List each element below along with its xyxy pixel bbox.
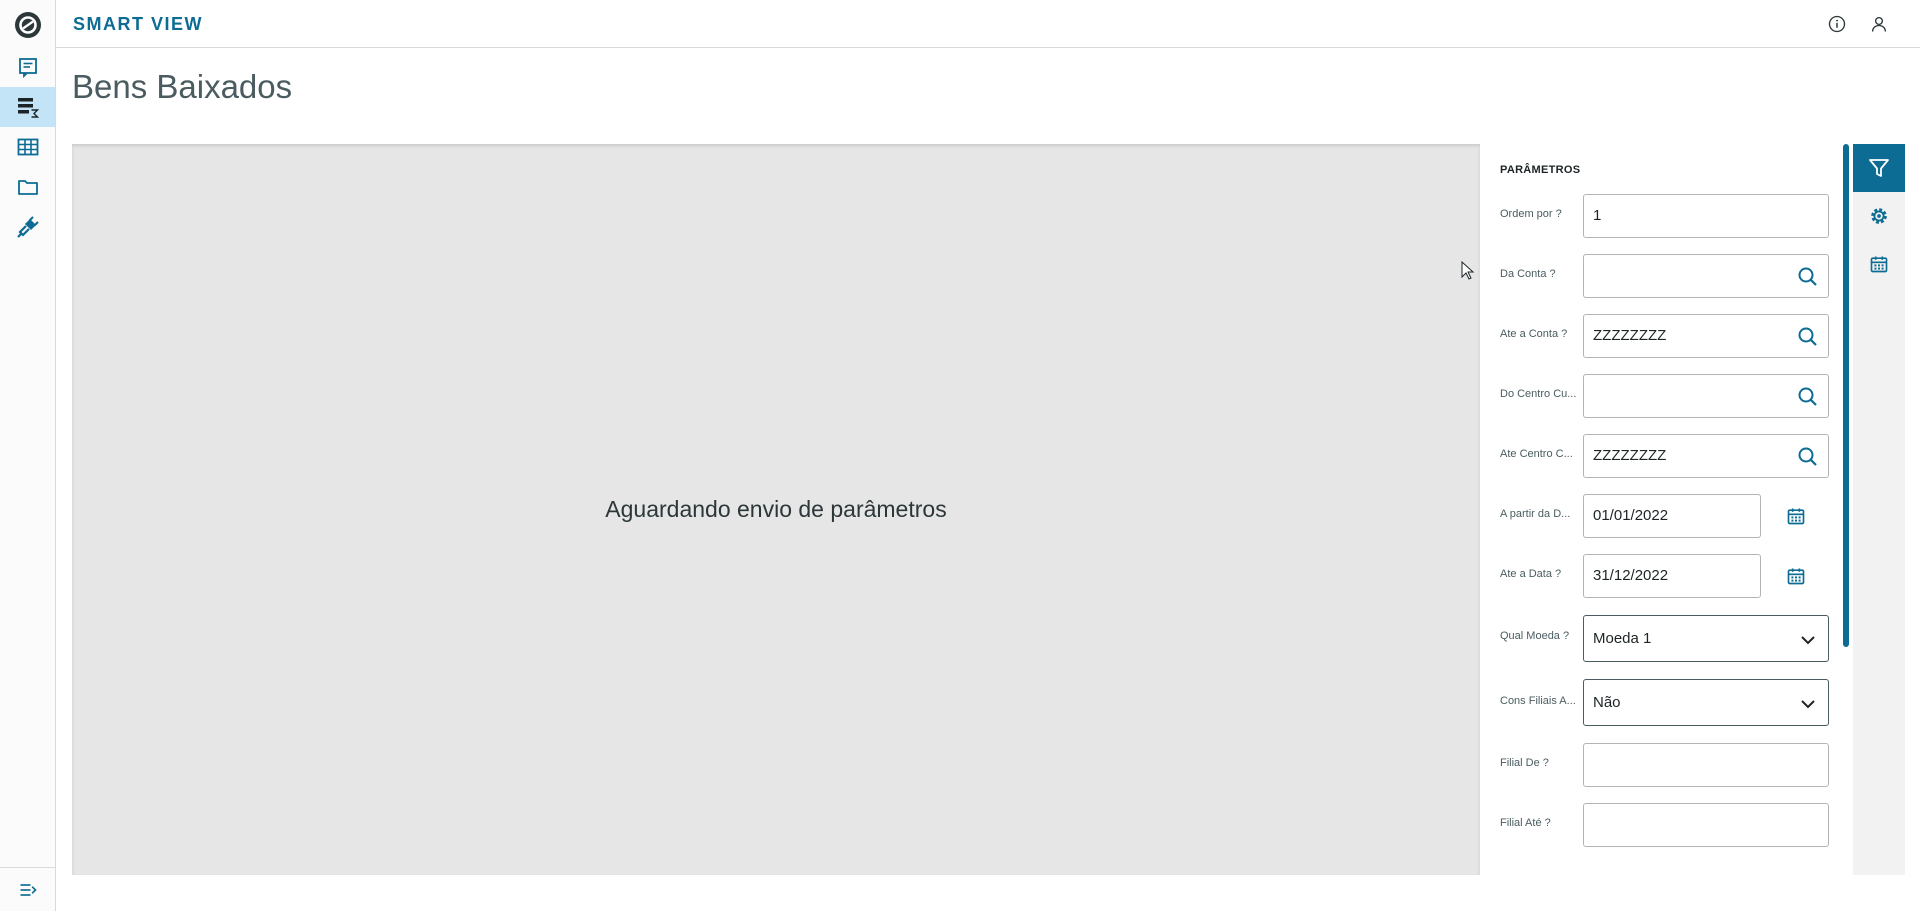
chevron-down-icon [1801, 636, 1815, 645]
ate-centro-custo-value: ZZZZZZZZ [1593, 447, 1667, 464]
search-icon[interactable] [1796, 445, 1820, 469]
calendar-icon [1787, 568, 1805, 585]
mouse-cursor-icon [1461, 261, 1475, 280]
settings-tab-button[interactable] [1853, 192, 1905, 240]
reports-icon [18, 58, 37, 79]
qual-moeda-label: Qual Moeda ? [1500, 630, 1570, 642]
ordem-por-value: 1 [1593, 207, 1602, 224]
schedule-tab-button[interactable] [1853, 240, 1905, 288]
ate-data-calendar-button[interactable] [1782, 562, 1810, 590]
cons-filiais-select[interactable]: Não [1583, 679, 1829, 726]
data-analysis-icon [17, 98, 39, 118]
ordem-por-label: Ordem por ? [1500, 208, 1562, 220]
cons-filiais-value: Não [1593, 694, 1621, 711]
nav-collapse-button[interactable] [0, 867, 55, 911]
app-header: SMART VIEW [56, 0, 1920, 48]
side-nav [0, 0, 56, 911]
right-toolbar [1853, 144, 1905, 875]
info-button[interactable] [1825, 12, 1849, 36]
info-icon [1828, 15, 1846, 33]
plug-icon [16, 216, 39, 238]
menu-expand-icon [20, 883, 37, 896]
ate-conta-value: ZZZZZZZZ [1593, 327, 1667, 344]
nav-item-tables[interactable] [0, 127, 55, 167]
ate-centro-custo-input[interactable]: ZZZZZZZZ [1583, 434, 1829, 478]
search-icon[interactable] [1796, 265, 1820, 289]
qual-moeda-select[interactable]: Moeda 1 [1583, 615, 1829, 662]
nav-item-reports[interactable] [0, 47, 55, 87]
da-conta-input[interactable] [1583, 254, 1829, 298]
chevron-down-icon [1801, 700, 1815, 709]
do-centro-custo-label: Do Centro Cu... [1500, 388, 1577, 400]
filter-tab-button[interactable] [1853, 144, 1905, 192]
do-centro-custo-input[interactable] [1583, 374, 1829, 418]
ordem-por-input[interactable]: 1 [1583, 194, 1829, 238]
ate-data-input[interactable]: 31/12/2022 [1583, 554, 1761, 598]
app-title: SMART VIEW [73, 14, 203, 34]
a-partir-data-label: A partir da D... [1500, 508, 1571, 520]
parameters-title: PARÂMETROS [1500, 164, 1581, 176]
ate-conta-input[interactable]: ZZZZZZZZ [1583, 314, 1829, 358]
ate-centro-custo-label: Ate Centro C... [1500, 448, 1573, 460]
page-title: Bens Baixados [72, 68, 293, 105]
user-icon [1871, 16, 1887, 32]
totvs-logo-icon [15, 12, 41, 38]
filial-de-input[interactable] [1583, 743, 1829, 787]
user-profile-button[interactable] [1867, 12, 1891, 36]
calendar-icon [1787, 508, 1805, 525]
nav-item-data-analysis[interactable] [0, 87, 55, 127]
ate-data-label: Ate a Data ? [1500, 568, 1562, 580]
nav-item-connections[interactable] [0, 207, 55, 247]
preview-waiting-message: Aguardando envio de parâmetros [605, 496, 947, 522]
calendar-icon [1870, 256, 1888, 273]
gear-icon [1871, 208, 1887, 224]
cons-filiais-label: Cons Filiais A... [1500, 695, 1576, 707]
nav-item-folders[interactable] [0, 167, 55, 207]
filial-ate-input[interactable] [1583, 803, 1829, 847]
da-conta-label: Da Conta ? [1500, 268, 1556, 280]
parameters-scrollbar[interactable] [1843, 144, 1849, 647]
a-partir-data-calendar-button[interactable] [1782, 502, 1810, 530]
ate-conta-label: Ate a Conta ? [1500, 328, 1568, 340]
filial-ate-label: Filial Até ? [1500, 817, 1551, 829]
filter-icon [1869, 159, 1889, 177]
search-icon[interactable] [1796, 325, 1820, 349]
folder-icon [17, 180, 38, 195]
parameters-panel: PARÂMETROS Ordem por ? 1 Da Conta ? Ate … [1481, 144, 1853, 875]
report-preview-area: Aguardando envio de parâmetros [72, 144, 1480, 875]
qual-moeda-value: Moeda 1 [1593, 630, 1652, 647]
a-partir-data-value: 01/01/2022 [1593, 507, 1669, 524]
a-partir-data-input[interactable]: 01/01/2022 [1583, 494, 1761, 538]
table-icon [17, 138, 38, 156]
ate-data-value: 31/12/2022 [1593, 567, 1669, 584]
search-icon[interactable] [1796, 385, 1820, 409]
filial-de-label: Filial De ? [1500, 757, 1549, 769]
